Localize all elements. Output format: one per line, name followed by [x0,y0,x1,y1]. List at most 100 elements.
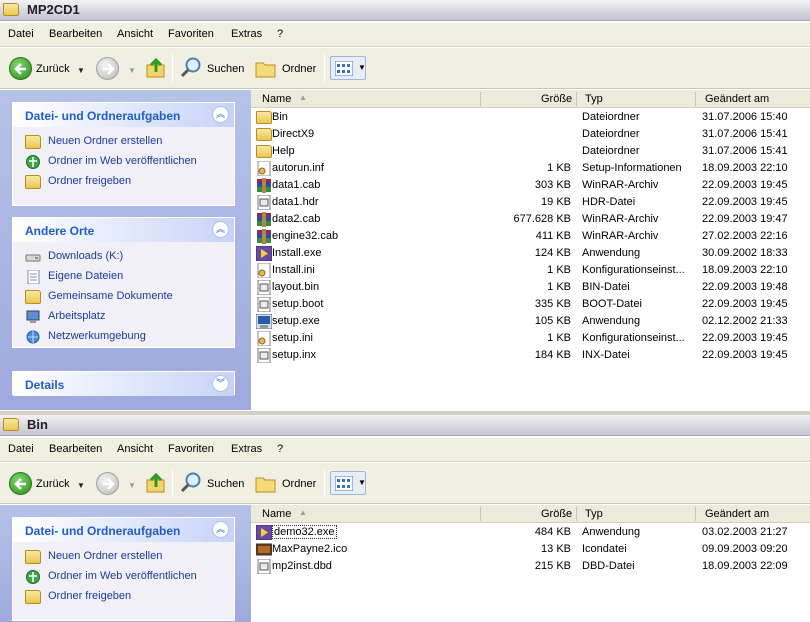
file-row[interactable]: mp2inst.dbd 215 KB DBD-Datei 18.09.2003 22:… [251,558,810,575]
file-row[interactable]: setup.boot 335 KB BOOT-Datei 22.09.2003 19:… [251,296,810,313]
folders-label: Ordner [282,63,317,75]
file-row[interactable]: data1.hdr 19 KB HDR-Datei 22.09.2003 19:45 [251,194,810,211]
forward-button[interactable]: ▼ [92,48,136,88]
collapse-icon[interactable]: ︽ [212,521,229,538]
file-row[interactable]: DirectX9 Dateiordner 31.07.2006 15:41 [251,126,810,143]
back-dropdown-icon[interactable]: ▼ [77,66,85,75]
up-folder-button[interactable] [142,48,170,88]
menu-help[interactable]: ? [277,28,283,40]
menu-favoriten[interactable]: Favoriten [168,28,214,40]
file-row[interactable]: Install.exe 124 KB Anwendung 30.09.2002 18:… [251,245,810,262]
file-modified: 18.09.2003 22:10 [702,264,788,276]
title-bar[interactable]: Bin [0,415,810,436]
menu-bar: Datei Bearbeiten Ansicht Favoriten Extra… [0,438,810,462]
file-name: Help [272,145,295,157]
file-row[interactable]: layout.bin 1 KB BIN-Datei 22.09.2003 19:48 [251,279,810,296]
menu-bearbeiten[interactable]: Bearbeiten [49,28,102,40]
views-button[interactable]: ▼ [330,56,366,80]
expand-icon[interactable]: ︾ [212,375,229,392]
menu-bearbeiten[interactable]: Bearbeiten [49,443,102,455]
menu-extras[interactable]: Extras [231,443,262,455]
column-modified[interactable]: Geändert am [705,93,769,105]
place-label: Arbeitsplatz [48,310,106,322]
collapse-icon[interactable]: ︽ [212,106,229,123]
task-label: Ordner im Web veröffentlichen [48,570,197,582]
forward-dropdown-icon[interactable]: ▼ [128,481,136,490]
file-modified: 22.09.2003 19:45 [702,298,788,310]
file-row[interactable]: MaxPayne2.ico 13 KB Icondatei 09.09.2003 09… [251,541,810,558]
file-icon [256,279,272,296]
menu-help[interactable]: ? [277,443,283,455]
folders-button[interactable]: Ordner [252,48,322,88]
menu-datei[interactable]: Datei [8,443,34,455]
back-dropdown-icon[interactable]: ▼ [77,481,85,490]
file-row[interactable]: Install.ini 1 KB Konfigurationseinst... 18.… [251,262,810,279]
views-icon [335,61,353,76]
column-name[interactable]: Name [262,508,291,520]
menu-favoriten[interactable]: Favoriten [168,443,214,455]
file-row[interactable]: engine32.cab 411 KB WinRAR-Archiv 27.02.200… [251,228,810,245]
forward-button[interactable]: ▼ [92,463,136,503]
file-name: autorun.inf [272,162,324,174]
search-button[interactable]: Suchen [176,48,246,88]
place-label: Eigene Dateien [48,270,124,282]
file-type: WinRAR-Archiv [582,179,659,191]
folders-button[interactable]: Ordner [252,463,322,503]
other-places-header[interactable]: Andere Orte ︽ [13,218,234,242]
views-button[interactable]: ▼ [330,471,366,495]
folders-label: Ordner [282,478,317,490]
column-type[interactable]: Typ [585,93,603,105]
file-size: 184 KB [534,349,571,361]
title-bar[interactable]: MP2CD1 [0,0,810,21]
back-button[interactable]: Zurück ▼ [0,48,90,88]
column-header: Name ▲ Größe Typ Geändert am [251,90,810,108]
menu-datei[interactable]: Datei [8,28,34,40]
up-folder-button[interactable] [142,463,170,503]
file-type: BIN-Datei [582,281,630,293]
up-folder-icon [146,472,165,493]
image-icon [255,542,273,557]
file-modified: 22.09.2003 19:47 [702,213,788,225]
file-row[interactable]: setup.inx 184 KB INX-Datei 22.09.2003 19:45 [251,347,810,364]
column-size[interactable]: Größe [541,508,572,520]
file-type: WinRAR-Archiv [582,230,659,242]
setup-app-icon [255,313,273,330]
column-header: Name ▲ Größe Typ Geändert am [251,505,810,523]
file-modified: 18.09.2003 22:09 [702,560,788,572]
file-type: Anwendung [582,247,641,259]
forward-dropdown-icon[interactable]: ▼ [128,66,136,75]
file-type: WinRAR-Archiv [582,213,659,225]
window-title: MP2CD1 [27,2,80,17]
details-header[interactable]: Details ︾ [13,372,234,396]
file-icon [256,347,272,364]
file-name: setup.ini [272,332,313,344]
file-row[interactable]: Help Dateiordner 31.07.2006 15:41 [251,143,810,160]
file-row[interactable]: setup.exe 105 KB Anwendung 02.12.2002 21:33 [251,313,810,330]
file-name: engine32.cab [272,230,339,242]
column-size[interactable]: Größe [541,93,572,105]
file-row[interactable]: data1.cab 303 KB WinRAR-Archiv 22.09.2003 1… [251,177,810,194]
file-modified: 09.09.2003 09:20 [702,543,788,555]
column-modified[interactable]: Geändert am [705,508,769,520]
file-row[interactable]: demo32.exe 484 KB Anwendung 03.02.2003 21:2… [251,524,810,541]
file-row[interactable]: setup.ini 1 KB Konfigurationseinst... 22.09… [251,330,810,347]
file-type: Konfigurationseinst... [582,332,685,344]
menu-ansicht[interactable]: Ansicht [117,28,153,40]
task-pane: Datei- und Ordneraufgaben ︽ Neuen Ordner… [0,505,251,622]
file-row[interactable]: Bin Dateiordner 31.07.2006 15:40 [251,109,810,126]
file-type: Dateiordner [582,128,640,140]
share-folder-icon [25,590,41,604]
back-button[interactable]: Zurück ▼ [0,463,90,503]
file-tasks-header[interactable]: Datei- und Ordneraufgaben ︽ [13,103,234,127]
collapse-icon[interactable]: ︽ [212,221,229,238]
column-type[interactable]: Typ [585,508,603,520]
file-row[interactable]: data2.cab 677.628 KB WinRAR-Archiv 22.09.20… [251,211,810,228]
file-tasks-header[interactable]: Datei- und Ordneraufgaben ︽ [13,518,234,542]
file-row[interactable]: autorun.inf 1 KB Setup-Informationen 18.09.… [251,160,810,177]
menu-ansicht[interactable]: Ansicht [117,443,153,455]
menu-extras[interactable]: Extras [231,28,262,40]
search-button[interactable]: Suchen [176,463,246,503]
file-tasks-title: Datei- und Ordneraufgaben [25,524,181,538]
column-name[interactable]: Name [262,93,291,105]
task-label: Ordner freigeben [48,175,132,187]
